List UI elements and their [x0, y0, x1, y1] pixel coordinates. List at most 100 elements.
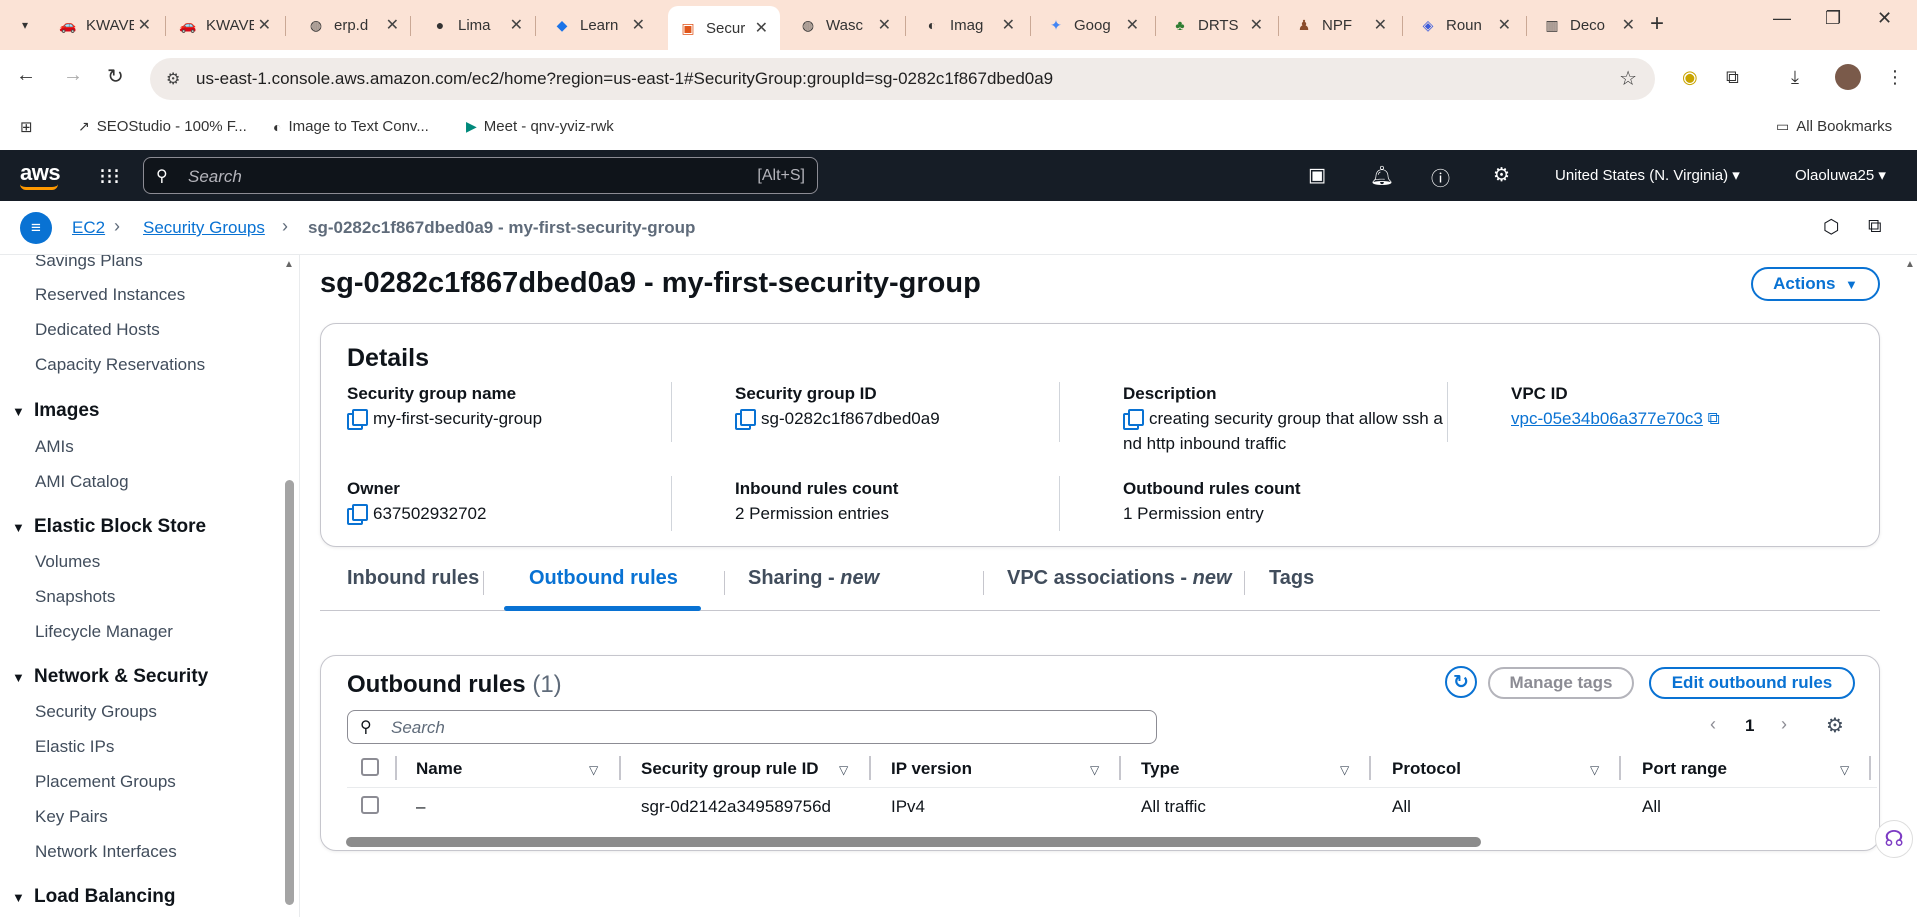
sidebar-item-snapshots[interactable]: Snapshots [35, 587, 115, 607]
sidebar-section-images[interactable]: ▼ Images [12, 400, 99, 422]
profile-avatar[interactable] [1835, 64, 1861, 90]
sort-caret-icon[interactable]: ▽ [1340, 763, 1349, 777]
close-icon[interactable]: ✕ [1250, 15, 1263, 35]
tab-tags[interactable]: Tags [1269, 567, 1314, 590]
breadcrumb-ec2[interactable]: EC2 [72, 218, 105, 238]
sidebar-item-amis[interactable]: AMIs [35, 437, 74, 457]
close-icon[interactable]: ✕ [1622, 15, 1635, 35]
browser-tab-active[interactable]: ▣ Secur ✕ [668, 6, 780, 50]
browser-tab[interactable]: ♣ DRTS ✕ [1160, 8, 1275, 42]
browser-tab[interactable]: ◍ Wasc ✕ [788, 8, 903, 42]
browser-tab[interactable]: ◍ erp.d ✕ [296, 8, 411, 42]
tab-vpc-associations[interactable]: VPC associations - new [1007, 567, 1232, 590]
sidebar-item-placement-groups[interactable]: Placement Groups [35, 772, 176, 792]
edit-outbound-rules-button[interactable]: Edit outbound rules [1649, 667, 1855, 699]
browser-tab[interactable]: ◆ Learn ✕ [542, 8, 657, 42]
nav-menu-icon[interactable]: ≡ [20, 212, 52, 244]
notifications-bell-icon[interactable]: 🔔︎ [1370, 164, 1394, 188]
close-icon[interactable]: ✕ [878, 15, 891, 35]
prev-page-icon[interactable]: ‹ [1710, 714, 1716, 735]
table-preferences-gear-icon[interactable]: ⚙ [1826, 713, 1844, 738]
sidebar-scroll-thumb[interactable] [285, 480, 294, 905]
shield-status-icon[interactable]: ⬡ [1823, 216, 1840, 239]
url-text[interactable]: us-east-1.console.aws.amazon.com/ec2/hom… [196, 69, 1053, 89]
scroll-up-icon[interactable]: ▲ [1905, 259, 1915, 270]
bookmark-item[interactable]: ↗ SEOStudio - 100% F... [78, 118, 247, 135]
browser-tab[interactable]: 🚗 KWAVE ✕ [168, 8, 283, 42]
forward-icon[interactable]: → [63, 64, 83, 87]
restore-icon[interactable]: ❐ [1825, 8, 1841, 29]
close-icon[interactable]: ✕ [755, 18, 768, 38]
column-header-name[interactable]: Name [416, 759, 462, 779]
browser-tab[interactable]: ♟ NPF ✕ [1284, 8, 1399, 42]
column-header-protocol[interactable]: Protocol [1392, 759, 1461, 779]
actions-button[interactable]: Actions ▼ [1751, 267, 1880, 301]
sidebar-item-savings-plans[interactable]: Savings Plans [35, 255, 143, 271]
sort-caret-icon[interactable]: ▽ [1590, 763, 1599, 777]
services-grid-icon[interactable]: ⁝⁝⁝ [99, 164, 120, 190]
breadcrumb-security-groups[interactable]: Security Groups [143, 218, 265, 238]
screen-settings-icon[interactable]: ⧉ [1868, 216, 1882, 238]
tab-inbound-rules[interactable]: Inbound rules [347, 567, 479, 590]
sidebar-scrollbar[interactable]: ▲ [282, 255, 296, 917]
tab-outbound-rules[interactable]: Outbound rules [529, 567, 678, 590]
cloudshell-icon[interactable]: ▣ [1308, 164, 1326, 187]
close-icon[interactable]: ✕ [1126, 15, 1139, 35]
sort-caret-icon[interactable]: ▽ [1840, 763, 1849, 777]
aws-search-input[interactable]: ⚲ Search [Alt+S] [143, 157, 818, 194]
back-icon[interactable]: ← [16, 64, 36, 87]
window-close-icon[interactable]: ✕ [1877, 8, 1892, 29]
account-menu[interactable]: Olaoluwa25 ▾ [1795, 166, 1886, 184]
browser-tab[interactable]: ▥ Deco ✕ [1532, 8, 1647, 42]
extensions-puzzle-icon[interactable]: ⧉ [1726, 67, 1739, 88]
apps-grid-icon[interactable]: ⊞ [20, 118, 33, 136]
copy-icon[interactable] [347, 504, 368, 525]
download-icon[interactable]: ⤓ [1791, 67, 1799, 88]
column-header-type[interactable]: Type [1141, 759, 1179, 779]
close-icon[interactable]: ✕ [1374, 15, 1387, 35]
settings-gear-icon[interactable]: ⚙ [1493, 164, 1510, 187]
table-horizontal-scrollbar[interactable] [346, 837, 1481, 847]
sidebar-item-ami-catalog[interactable]: AMI Catalog [35, 472, 129, 492]
close-icon[interactable]: ✕ [386, 15, 399, 35]
copy-icon[interactable] [735, 409, 756, 430]
close-icon[interactable]: ✕ [138, 15, 151, 35]
bookmark-star-icon[interactable]: ☆ [1619, 66, 1637, 91]
manage-tags-button[interactable]: Manage tags [1488, 667, 1634, 699]
sidebar-item-dedicated-hosts[interactable]: Dedicated Hosts [35, 320, 160, 340]
sidebar-section-load-balancing[interactable]: ▼ Load Balancing [12, 886, 175, 908]
sidebar-item-elastic-ips[interactable]: Elastic IPs [35, 737, 114, 757]
sidebar-item-lifecycle-manager[interactable]: Lifecycle Manager [35, 622, 173, 642]
reload-icon[interactable]: ↻ [107, 64, 124, 89]
sidebar-item-volumes[interactable]: Volumes [35, 552, 100, 572]
select-all-checkbox[interactable] [361, 758, 379, 776]
browser-menu-icon[interactable]: ⋮ [1886, 67, 1904, 88]
sort-caret-icon[interactable]: ▽ [839, 763, 848, 777]
browser-tab[interactable]: 🚗 KWAVE ✕ [48, 8, 163, 42]
bookmark-item[interactable]: ◐ Image to Text Conv... [273, 118, 429, 135]
close-icon[interactable]: ✕ [1002, 15, 1015, 35]
tab-search-button[interactable]: ▾ [12, 12, 38, 38]
all-bookmarks[interactable]: ▭ All Bookmarks [1776, 118, 1892, 135]
browser-tab[interactable]: ◐ Imag ✕ [912, 8, 1027, 42]
scroll-up-icon[interactable]: ▲ [284, 259, 294, 270]
page-scrollbar[interactable]: ▲ [1902, 255, 1917, 917]
bookmark-item[interactable]: ▶ Meet - qnv-yviz-rwk [466, 118, 614, 135]
column-header-ip-version[interactable]: IP version [891, 759, 972, 779]
sidebar-item-capacity-reservations[interactable]: Capacity Reservations [35, 355, 205, 375]
browser-tab[interactable]: ◈ Roun ✕ [1408, 8, 1523, 42]
sidebar-item-reserved-instances[interactable]: Reserved Instances [35, 285, 185, 305]
refresh-icon[interactable]: ↻ [1445, 666, 1477, 698]
copy-icon[interactable] [1123, 409, 1144, 430]
site-info-icon[interactable]: ⚙ [166, 69, 180, 89]
column-header-rule-id[interactable]: Security group rule ID [641, 759, 819, 779]
new-tab-button[interactable]: + [1650, 10, 1664, 38]
close-icon[interactable]: ✕ [510, 15, 523, 35]
column-header-port-range[interactable]: Port range [1642, 759, 1727, 779]
sort-caret-icon[interactable]: ▽ [589, 763, 598, 777]
aws-logo[interactable]: aws [20, 160, 61, 186]
minimize-icon[interactable]: — [1773, 8, 1791, 29]
row-checkbox[interactable] [361, 796, 379, 814]
close-icon[interactable]: ✕ [632, 15, 645, 35]
sidebar-section-network-security[interactable]: ▼ Network & Security [12, 666, 208, 688]
